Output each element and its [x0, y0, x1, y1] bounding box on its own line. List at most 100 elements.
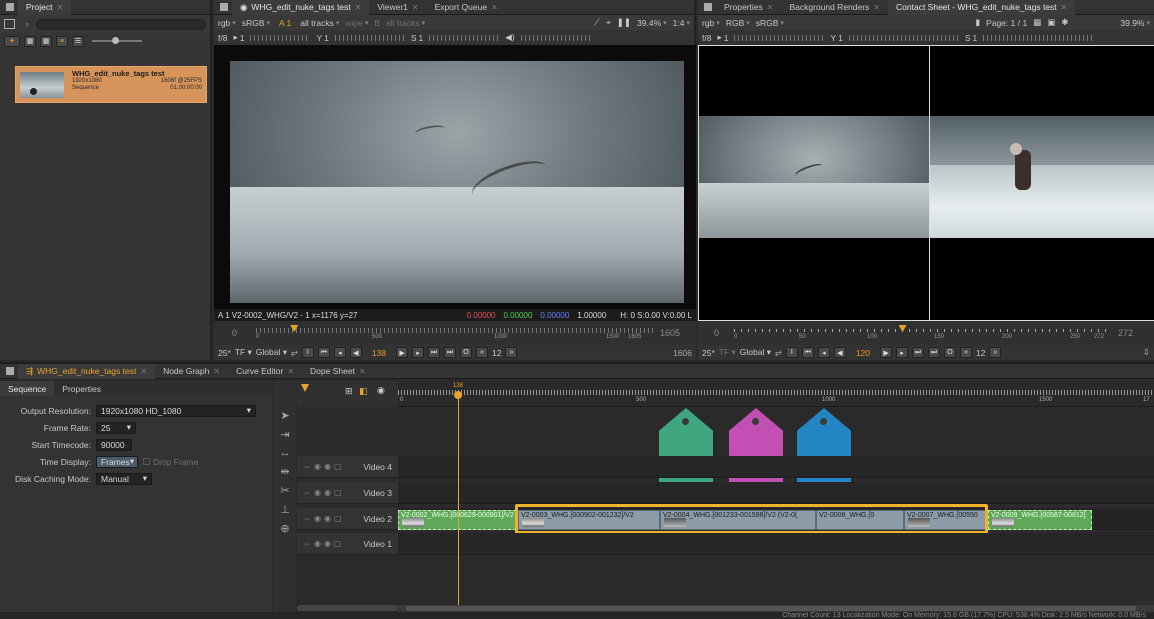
- tab-sequence[interactable]: ⇶ WHG_edit_nuke_tags test ✕: [18, 363, 156, 379]
- input-b-selector[interactable]: B: [374, 18, 380, 28]
- ripple-tool-icon[interactable]: ↔: [280, 447, 291, 459]
- go-start-icon[interactable]: ⏮: [801, 347, 814, 358]
- colorspace-dropdown[interactable]: sRGB ▾: [756, 18, 784, 28]
- panel-menu-icon[interactable]: [6, 3, 14, 11]
- list-view-icon[interactable]: ▦: [24, 35, 36, 47]
- tracks-a-dropdown[interactable]: all tracks ▾: [300, 18, 339, 28]
- current-frame-field[interactable]: 138: [366, 348, 392, 358]
- close-icon[interactable]: ✕: [287, 367, 294, 376]
- close-icon[interactable]: ✕: [140, 367, 147, 376]
- track-header-video4[interactable]: ⇔◉◉▢ Video 4: [297, 456, 398, 478]
- export-icon[interactable]: ⇩: [1143, 347, 1150, 358]
- clip-item[interactable]: V2-0007_WHG.[00550: [904, 510, 986, 530]
- saturation-control[interactable]: S1: [411, 33, 423, 43]
- tab-sequence-viewer[interactable]: ◉ WHG_edit_nuke_tags test ✕: [232, 0, 370, 15]
- step-value[interactable]: 12: [492, 348, 501, 358]
- out-marker-icon[interactable]: O: [460, 347, 473, 358]
- tab-properties[interactable]: Properties ✕: [716, 0, 781, 15]
- in-point-icon[interactable]: I: [785, 347, 798, 358]
- play-forward-icon[interactable]: ▶: [880, 347, 893, 358]
- clip-item[interactable]: V2-0002_WHG.[000629-000901]/V2: [398, 510, 516, 530]
- channels-dropdown[interactable]: rgb ▾: [218, 18, 236, 28]
- lock-icon[interactable]: ▮: [975, 17, 980, 28]
- start-timecode-input[interactable]: 90000: [96, 438, 132, 451]
- tab-node-graph[interactable]: Node Graph ✕: [155, 364, 228, 379]
- track-header-video1[interactable]: ⇔◉◉▢ Video 1: [297, 533, 398, 555]
- layout-icon[interactable]: ▦: [1033, 17, 1041, 28]
- loop-icon[interactable]: ⥂: [291, 347, 298, 358]
- subtab-properties[interactable]: Properties: [54, 381, 109, 396]
- time-display-dropdown[interactable]: Frames ▾: [96, 455, 138, 468]
- zoom-to-fit-icon[interactable]: ◉: [377, 385, 385, 396]
- search-icon[interactable]: ⌕: [25, 19, 30, 30]
- in-point-icon[interactable]: I: [301, 347, 314, 358]
- gain-slider[interactable]: [734, 34, 825, 41]
- tab-contact-sheet[interactable]: Contact Sheet - WHG_edit_nuke_tags test ✕: [888, 0, 1076, 15]
- track-toggle-icons[interactable]: ⇔◉◉▢: [303, 488, 345, 497]
- multi-tool-icon[interactable]: ⊥: [280, 503, 290, 516]
- viewer-canvas[interactable]: [214, 45, 696, 309]
- fps-dropdown[interactable]: 25*: [218, 348, 231, 358]
- contact-sheet-canvas[interactable]: [698, 45, 1154, 321]
- step-control[interactable]: ▸ 1: [717, 32, 728, 43]
- prev-frame-icon[interactable]: ◂: [817, 347, 830, 358]
- loop-icon[interactable]: ⥂: [775, 347, 782, 358]
- scrollbar-thumb[interactable]: [406, 606, 1136, 611]
- gamma-control[interactable]: Y1: [316, 33, 328, 43]
- razor-tool-icon[interactable]: ✂: [280, 484, 289, 497]
- input-a-selector[interactable]: A 1: [276, 18, 294, 28]
- clip-item[interactable]: V2-0006_WHG.[0: [816, 510, 904, 530]
- snap-icon[interactable]: ◧: [359, 386, 368, 397]
- go-end-icon[interactable]: ⏭: [428, 347, 441, 358]
- play-forward-icon[interactable]: ▶: [396, 347, 409, 358]
- ratio-dropdown[interactable]: 1:4 ▾: [673, 18, 690, 28]
- audio-slider[interactable]: [520, 34, 591, 41]
- close-icon[interactable]: ✕: [213, 367, 220, 376]
- track-lane-video4[interactable]: [398, 456, 1154, 478]
- track-header-video3[interactable]: ⇔◉◉▢ Video 3: [297, 482, 398, 504]
- track-select-tool-icon[interactable]: ⇥: [280, 428, 289, 441]
- timeline-ruler[interactable]: 0 500 1000 1500 17 138: [398, 381, 1154, 407]
- contact-timeline-scrubber[interactable]: 0 50 100 150 200 250 272: [734, 325, 1108, 341]
- select-tool-icon[interactable]: ➤: [280, 409, 289, 422]
- drop-frame-checkbox[interactable]: [143, 458, 150, 465]
- project-item[interactable]: WHG_edit_nuke_tags test 1920x1080 Sequen…: [15, 66, 207, 103]
- colorspace-dropdown[interactable]: sRGB ▾: [242, 18, 270, 28]
- gamma-slider[interactable]: [848, 34, 959, 41]
- channels-dropdown[interactable]: rgb ▾: [702, 18, 720, 28]
- step-forward-icon[interactable]: »: [989, 347, 1002, 358]
- track-lane-video2[interactable]: V2-0002_WHG.[000629-000901]/V2 V2-0003_W…: [398, 504, 1154, 534]
- menu-icon[interactable]: ☰: [72, 35, 84, 47]
- tf-dropdown[interactable]: TF ▾: [719, 347, 736, 358]
- step-forward-icon[interactable]: »: [505, 347, 518, 358]
- next-frame-icon[interactable]: ▸: [412, 347, 425, 358]
- fps-dropdown[interactable]: 25*: [702, 348, 715, 358]
- play-reverse-icon[interactable]: ◀: [833, 347, 846, 358]
- paint-icon[interactable]: ⟋: [594, 17, 600, 28]
- fstop-control[interactable]: f/8: [702, 33, 711, 43]
- close-icon[interactable]: ✕: [412, 3, 419, 12]
- viewer-timeline-scrubber[interactable]: 0 500 1000 1500 1605: [256, 325, 654, 341]
- go-start-icon[interactable]: ⏮: [317, 347, 330, 358]
- page-indicator[interactable]: Page: 1 / 1: [986, 18, 1027, 28]
- play-reverse-icon[interactable]: ◀: [349, 347, 362, 358]
- next-frame-icon[interactable]: ▸: [896, 347, 909, 358]
- slip-tool-icon[interactable]: ⇹: [280, 465, 289, 478]
- current-frame-field[interactable]: 120: [850, 348, 876, 358]
- clip-item[interactable]: V2-0003_WHG.[000902-001232]/V2: [518, 510, 660, 530]
- close-icon[interactable]: ✕: [359, 367, 366, 376]
- track-lane-video1[interactable]: [398, 533, 1154, 555]
- thumbnail-view-icon[interactable]: ▦: [40, 35, 52, 47]
- clip-item[interactable]: V2-0009_WHG.[00587-00812]: [988, 510, 1092, 530]
- saturation-slider[interactable]: [983, 34, 1094, 41]
- wipe-dropdown[interactable]: wipe ▾: [345, 18, 368, 28]
- panel-menu-icon[interactable]: [6, 367, 14, 375]
- tab-background-renders[interactable]: Background Renders ✕: [781, 0, 888, 15]
- close-icon[interactable]: ✕: [1061, 3, 1068, 12]
- track-header-scrollbar[interactable]: [297, 605, 398, 611]
- panel-menu-icon[interactable]: [704, 3, 712, 11]
- close-icon[interactable]: ✕: [873, 3, 880, 12]
- search-input[interactable]: [35, 18, 206, 30]
- step-back-icon[interactable]: «: [476, 347, 489, 358]
- fstop-control[interactable]: f/8: [218, 33, 227, 43]
